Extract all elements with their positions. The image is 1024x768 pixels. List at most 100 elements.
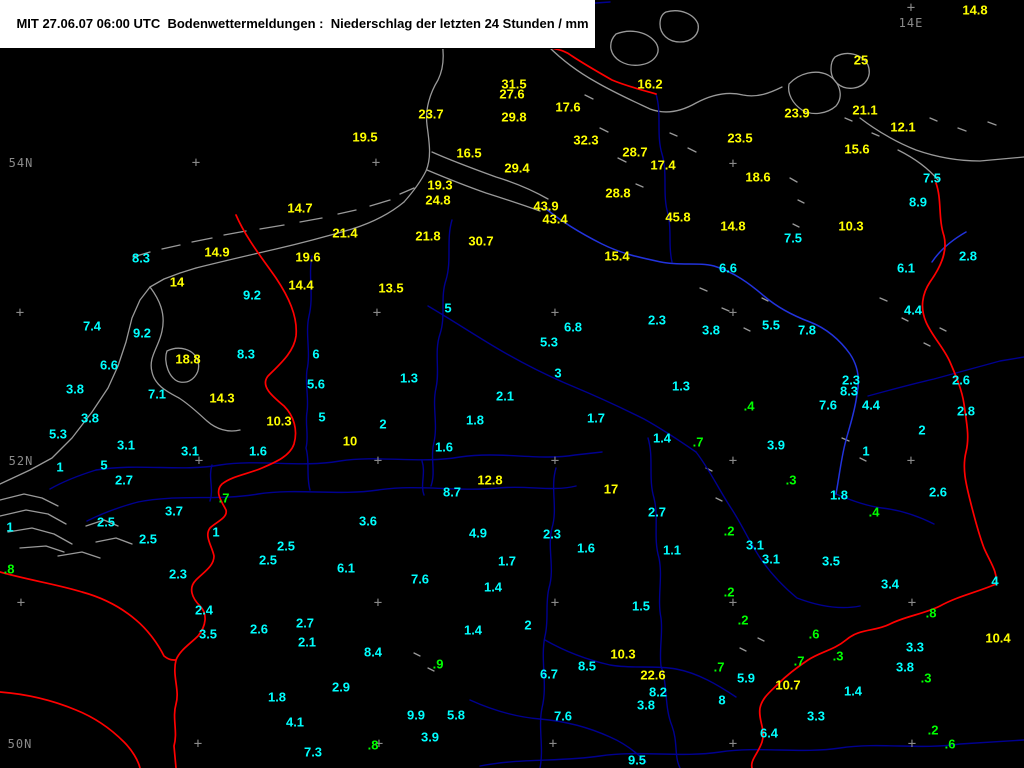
station-value: 10 (342, 433, 358, 449)
station-value: 2.6 (951, 372, 971, 388)
station-value: 1.8 (267, 689, 287, 705)
station-value: 25 (853, 52, 869, 68)
station-value: 14.8 (720, 218, 746, 234)
station-value: 7.6 (553, 708, 573, 724)
station-value: .7 (793, 653, 805, 669)
station-value: 4.4 (903, 302, 923, 318)
station-value: 5.3 (539, 334, 559, 350)
station-value: 2.5 (96, 514, 116, 530)
station-value: 2.3 (647, 312, 667, 328)
station-value: 17.6 (555, 99, 581, 115)
station-value: .8 (3, 561, 15, 577)
station-value: 6.6 (99, 357, 119, 373)
station-value: 10.4 (985, 630, 1011, 646)
station-value: 7.4 (82, 318, 102, 334)
station-value: .7 (692, 434, 704, 450)
station-value: 22.6 (640, 667, 666, 683)
station-value: 10.3 (266, 413, 292, 429)
station-value: .8 (367, 737, 379, 753)
station-value: 2.5 (276, 538, 296, 554)
station-value: 17.4 (650, 157, 676, 173)
station-value: 2 (379, 416, 387, 432)
station-value: 14.9 (204, 244, 230, 260)
station-value: 23.7 (418, 106, 444, 122)
station-value: 8.7 (442, 484, 462, 500)
station-value: 3.8 (701, 322, 721, 338)
station-value: 15.6 (844, 141, 870, 157)
station-value: 3.6 (358, 513, 378, 529)
station-value: 5.8 (446, 707, 466, 723)
station-value: 5.6 (306, 376, 326, 392)
station-value: 2.3 (542, 526, 562, 542)
station-value: 1.4 (463, 622, 483, 638)
station-value: .8 (925, 605, 937, 621)
station-value: 28.8 (605, 185, 631, 201)
station-value: 27.6 (499, 86, 525, 102)
station-value: 2.7 (647, 504, 667, 520)
station-value: 8.3 (131, 250, 151, 266)
station-value: .2 (723, 523, 735, 539)
station-value: 1.6 (576, 540, 596, 556)
station-value: 3 (554, 365, 562, 381)
station-value: 19.6 (295, 249, 321, 265)
station-value: 19.3 (427, 177, 453, 193)
station-value: 3.8 (636, 697, 656, 713)
station-value: 6.1 (896, 260, 916, 276)
station-value: 1.6 (248, 443, 268, 459)
station-value: 3.9 (766, 437, 786, 453)
station-value: 5.3 (48, 426, 68, 442)
station-value: 7.5 (922, 170, 942, 186)
title-bar: MIT 27.06.07 06:00 UTC Bodenwettermeldun… (0, 0, 595, 49)
station-value: 17 (603, 481, 619, 497)
station-value: 2.4 (194, 602, 214, 618)
station-value: 2 (918, 422, 926, 438)
weather-map-screen: ++++++++++++++++++++++++ 54N52N50N6E10E1… (0, 0, 1024, 768)
station-value: 1.4 (843, 683, 863, 699)
station-value: .4 (743, 398, 755, 414)
station-value: 19.5 (352, 129, 378, 145)
station-value: .2 (723, 584, 735, 600)
station-value: 5 (444, 300, 452, 316)
station-value: 2.9 (331, 679, 351, 695)
station-value: 2.8 (956, 403, 976, 419)
station-value: 28.7 (622, 144, 648, 160)
station-value: 1.6 (434, 439, 454, 455)
station-value: 3.8 (80, 410, 100, 426)
station-value: 10.7 (775, 677, 801, 693)
station-value: 2.5 (138, 531, 158, 547)
station-value: 21.8 (415, 228, 441, 244)
station-value: 5.5 (761, 317, 781, 333)
stations-layer: 14.828.322.331.527.616.22523.921.123.717… (0, 0, 1024, 768)
station-value: 5 (318, 409, 326, 425)
station-value: 6.4 (759, 725, 779, 741)
station-value: 14 (169, 274, 185, 290)
station-value: 16.5 (456, 145, 482, 161)
station-value: .2 (927, 722, 939, 738)
station-value: 3.4 (880, 576, 900, 592)
station-value: .3 (832, 648, 844, 664)
station-value: 2.1 (297, 634, 317, 650)
station-value: 21.4 (332, 225, 358, 241)
station-value: 18.8 (175, 351, 201, 367)
station-value: 6.7 (539, 666, 559, 682)
station-value: 1.1 (662, 542, 682, 558)
station-value: 3.8 (65, 381, 85, 397)
station-value: 2.3 (168, 566, 188, 582)
station-value: 14.8 (962, 2, 988, 18)
station-value: 6.8 (563, 319, 583, 335)
station-value: 3.3 (806, 708, 826, 724)
station-value: 3.5 (821, 553, 841, 569)
station-value: 8.5 (577, 658, 597, 674)
station-value: 8.3 (839, 383, 859, 399)
station-value: 7.3 (303, 744, 323, 760)
station-value: 8.9 (908, 194, 928, 210)
station-value: 18.6 (745, 169, 771, 185)
station-value: 4.9 (468, 525, 488, 541)
station-value: 1 (212, 524, 220, 540)
station-value: 1.7 (497, 553, 517, 569)
station-value: 8.3 (236, 346, 256, 362)
station-value: 2 (524, 617, 532, 633)
station-value: 9.9 (406, 707, 426, 723)
station-value: 8.4 (363, 644, 383, 660)
station-value: 14.3 (209, 390, 235, 406)
